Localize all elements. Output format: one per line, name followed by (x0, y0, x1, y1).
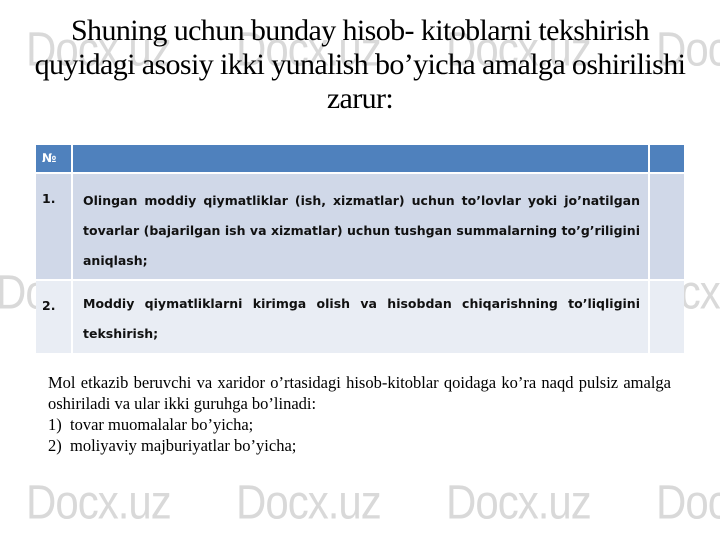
list-item: 2) moliyaviy majburiyatlar bo’yicha; (48, 435, 671, 456)
table-row: 1. Olingan moddiy qiymatliklar (ish, xiz… (36, 174, 684, 281)
body-paragraph: Mol etkazib beruvchi va xaridor o’rtasid… (48, 373, 671, 413)
header-text-cell (73, 145, 650, 172)
row-extra-cell (650, 281, 684, 353)
list-item-text: tovar muomalalar bo’yicha; (70, 415, 254, 434)
row-number: 2. (36, 281, 73, 353)
watermark: Docx.uz (26, 475, 172, 530)
list-marker: 2) (48, 436, 62, 455)
watermark: Docx.uz (656, 475, 720, 530)
header-extra-cell (650, 145, 684, 172)
list-item-text: moliyaviy majburiyatlar bo’yicha; (70, 436, 297, 455)
slide-title: Shuning uchun bunday hisob- kitoblarni t… (34, 14, 686, 115)
list-item: 1) tovar muomalalar bo’yicha; (48, 414, 671, 435)
row-number: 1. (36, 174, 73, 279)
table-row: 2. Moddiy qiymatliklarni kirimga olish v… (36, 281, 684, 353)
header-number-cell: № (36, 145, 73, 172)
watermark: Docx.uz (446, 475, 592, 530)
table-header-row: № (36, 145, 684, 174)
row-text: Olingan moddiy qiymatliklar (ish, xizmat… (73, 174, 650, 279)
row-text: Moddiy qiymatliklarni kirimga olish va h… (73, 281, 650, 353)
body-text: Mol etkazib beruvchi va xaridor o’rtasid… (48, 372, 671, 456)
criteria-table: № 1. Olingan moddiy qiymatliklar (ish, x… (36, 145, 684, 353)
list-marker: 1) (48, 415, 62, 434)
watermark: Docx.uz (236, 475, 382, 530)
row-extra-cell (650, 174, 684, 279)
